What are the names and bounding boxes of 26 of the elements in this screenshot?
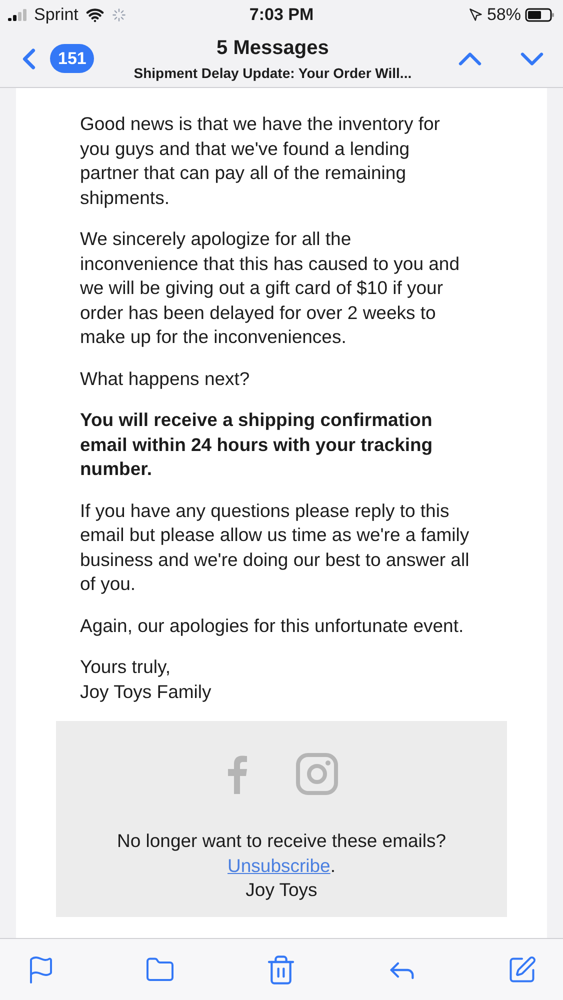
facebook-icon bbox=[226, 754, 248, 794]
location-icon bbox=[468, 8, 483, 22]
email-paragraph: Good news is that we have the inventory for you guys and that we've found a lending partner that can pay all of the remaining shipments. bbox=[80, 112, 441, 210]
footer-sender: Joy Toys bbox=[246, 878, 318, 902]
signoff-line: Joy Toys Family bbox=[80, 680, 212, 704]
back-button[interactable]: 151 bbox=[12, 42, 94, 76]
activity-spinner-icon bbox=[112, 8, 126, 22]
battery-percent: 58% bbox=[486, 4, 521, 26]
email-paragraph: You will receive a shipping confirmation email within 24 hours with your tracking number. bbox=[80, 408, 434, 481]
email-paragraph: What happens next? bbox=[80, 366, 251, 391]
carrier-name: Sprint bbox=[34, 4, 78, 26]
unread-count-badge: 151 bbox=[50, 44, 94, 74]
period-text: . bbox=[330, 854, 336, 878]
email-paragraph: We sincerely apologize for all the inconvenience that this has caused to you and we will be giving out a gift card of $10 if your order has been delayed for over 2 weeks to make up for the inconveniences. bbox=[80, 227, 461, 349]
email-paragraph: If you have any questions please reply to this email but please allow us time as we're a family business and we're doing our best to answer all of you. bbox=[80, 498, 470, 596]
instagram-icon bbox=[296, 753, 338, 795]
unsubscribe-prompt: No longer want to receive these emails? bbox=[116, 829, 446, 853]
email-paragraph: Again, our apologies for this unfortunate event. bbox=[80, 614, 465, 638]
battery-icon bbox=[525, 8, 555, 22]
unsubscribe-link[interactable]: Unsubscribe bbox=[228, 854, 330, 878]
signoff-line: Yours truly, bbox=[80, 655, 172, 679]
thread-title: 5 Messages bbox=[216, 36, 329, 61]
clock-time: 7:03 PM bbox=[249, 4, 314, 26]
thread-subject: Shipment Delay Update: Your Order Will... bbox=[134, 64, 412, 83]
compose-button[interactable] bbox=[507, 954, 537, 984]
wifi-icon bbox=[86, 6, 104, 24]
